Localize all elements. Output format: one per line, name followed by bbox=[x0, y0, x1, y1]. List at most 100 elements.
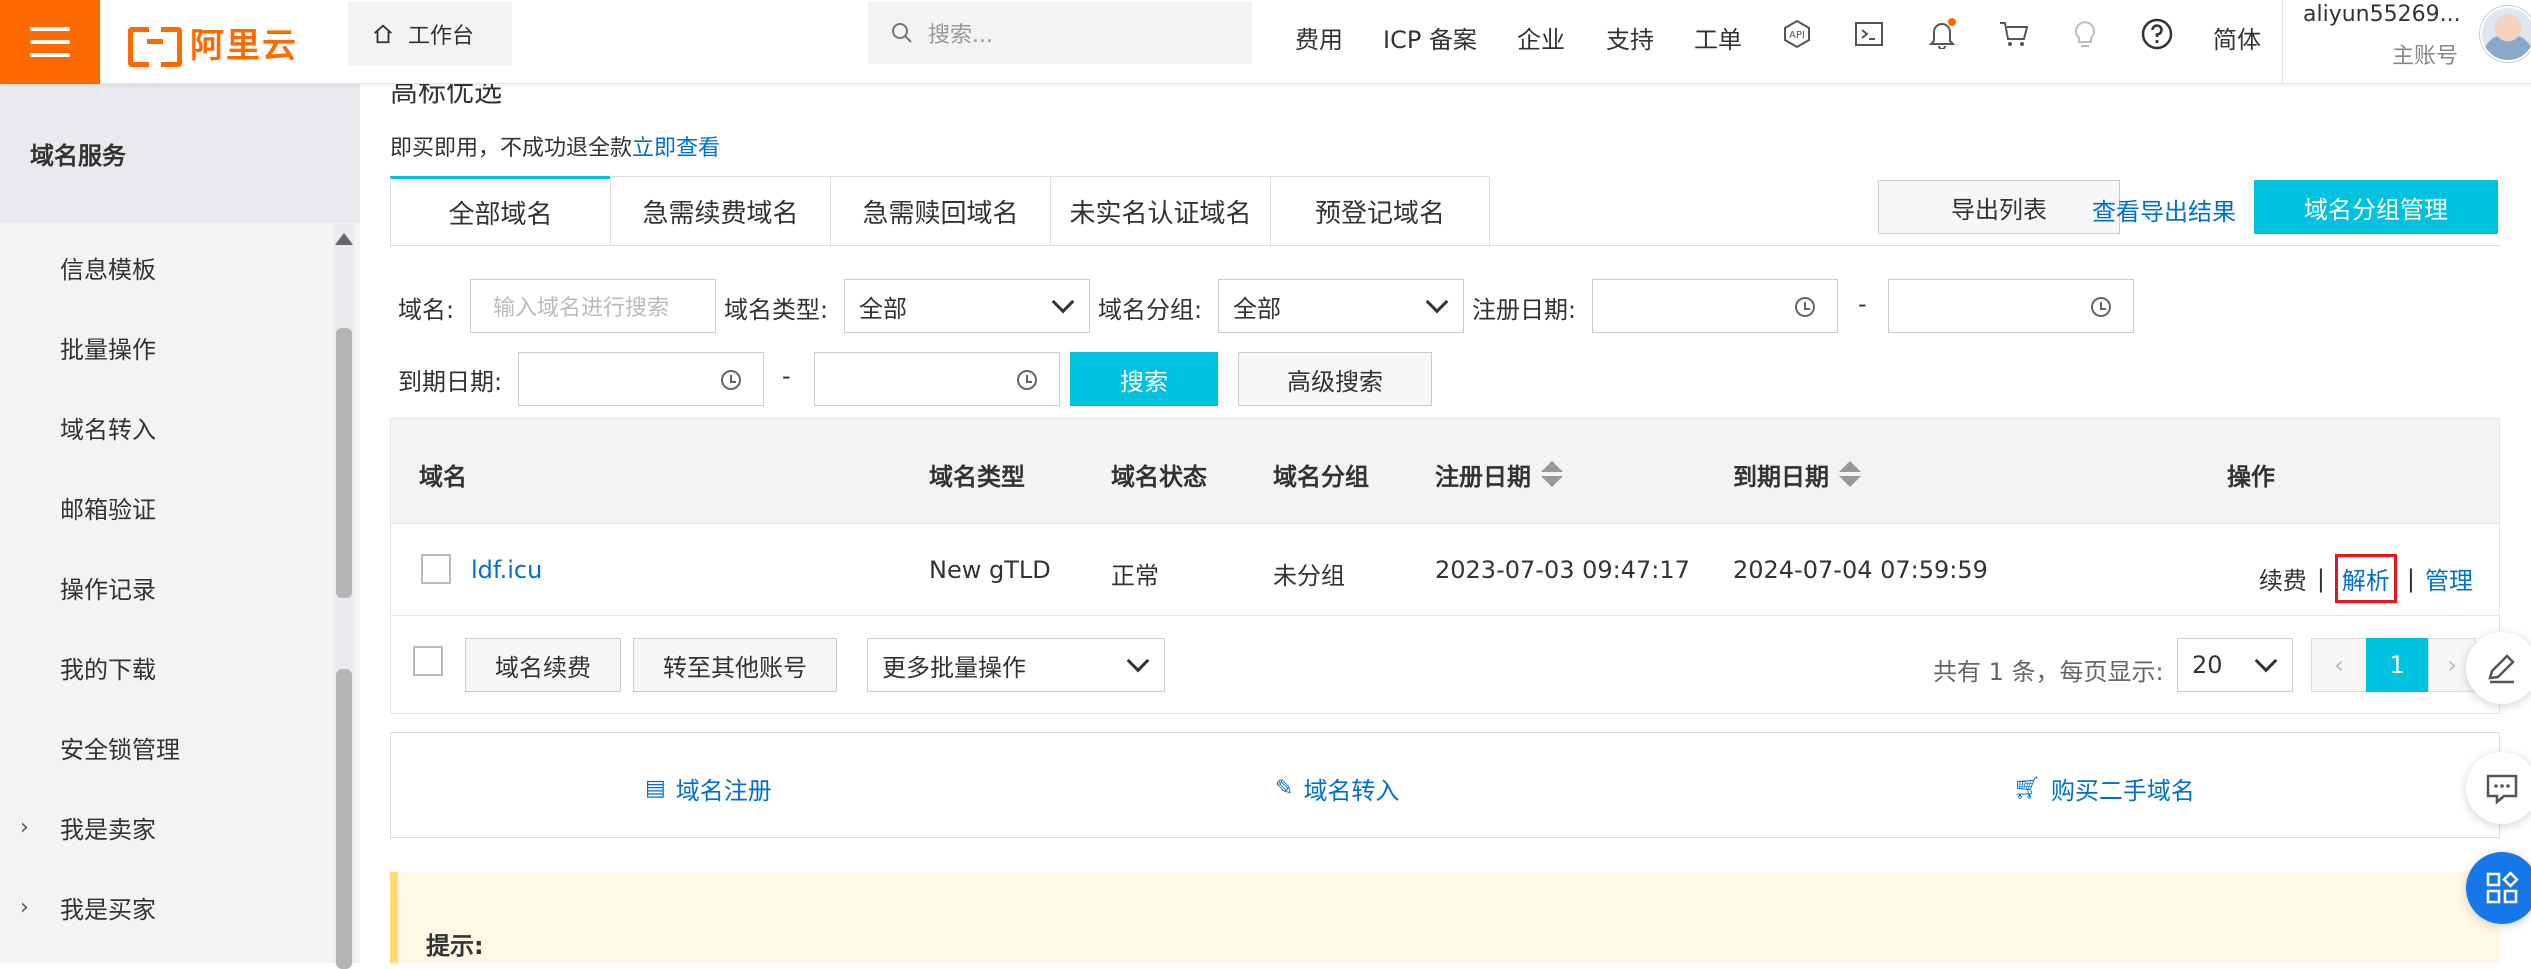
user-name[interactable]: aliyun55269... bbox=[2303, 2, 2461, 27]
exp-date-start[interactable] bbox=[518, 352, 764, 406]
search-button[interactable]: 搜索 bbox=[1070, 352, 1218, 406]
nav-icp[interactable]: ICP 备案 bbox=[1383, 20, 1477, 55]
terminal-icon[interactable] bbox=[1851, 16, 1887, 52]
domain-link[interactable]: ldf.icu bbox=[471, 556, 542, 584]
buy-secondhand-link[interactable]: 🛒︎ 购买二手域名 bbox=[2013, 771, 2195, 806]
cart-icon: 🛒︎ bbox=[2013, 776, 2041, 801]
document-icon: ▤ bbox=[645, 776, 666, 801]
language-switch[interactable]: 简体 bbox=[2213, 20, 2261, 55]
more-batch-ops-value: 更多批量操作 bbox=[882, 653, 1026, 682]
resolve-link[interactable]: 解析 bbox=[2334, 554, 2397, 603]
menu-button[interactable] bbox=[0, 0, 100, 84]
row-checkbox[interactable] bbox=[421, 554, 451, 584]
domain-group: 未分组 bbox=[1273, 562, 1345, 590]
clock-icon bbox=[721, 370, 741, 390]
lightbulb-icon[interactable] bbox=[2067, 16, 2103, 52]
prev-page-button[interactable]: ‹ bbox=[2311, 638, 2367, 692]
promo-tip-link[interactable]: 立即查看 bbox=[632, 136, 720, 161]
manage-link[interactable]: 管理 bbox=[2425, 561, 2473, 596]
chat-float-button[interactable] bbox=[2466, 752, 2531, 824]
reg-date-start[interactable] bbox=[1592, 279, 1838, 333]
col-domain: 域名 bbox=[419, 463, 467, 491]
sidebar-item-buyer[interactable]: › 我是买家 bbox=[20, 890, 156, 925]
ops-separator: | bbox=[2316, 564, 2325, 593]
register-domain-link[interactable]: ▤ 域名注册 bbox=[645, 771, 772, 806]
domain-group-value: 全部 bbox=[1233, 294, 1281, 323]
nav-ticket[interactable]: 工单 bbox=[1694, 20, 1742, 55]
api-icon[interactable]: API bbox=[1779, 16, 1815, 52]
advanced-search-button[interactable]: 高级搜索 bbox=[1238, 352, 1432, 406]
sidebar-item-seller[interactable]: › 我是卖家 bbox=[20, 810, 156, 845]
group-manage-button[interactable]: 域名分组管理 bbox=[2254, 180, 2498, 234]
exp-date-end[interactable] bbox=[814, 352, 1060, 406]
quick-links-panel: ▤ 域名注册 ✎ 域名转入 🛒︎ 购买二手域名 bbox=[390, 732, 2500, 838]
domain-search-input[interactable]: 输入域名进行搜索 bbox=[470, 279, 716, 333]
exp-date: 2024-07-04 07:59:59 bbox=[1733, 556, 1988, 584]
avatar[interactable] bbox=[2480, 6, 2531, 62]
tab-renew-urgent[interactable]: 急需续费域名 bbox=[610, 176, 830, 246]
edit-float-button[interactable] bbox=[2466, 632, 2531, 704]
col-actions: 操作 bbox=[2227, 463, 2275, 491]
sidebar-item-batch[interactable]: 批量操作 bbox=[60, 330, 156, 365]
workbench-button[interactable]: 工作台 bbox=[348, 2, 512, 66]
help-icon[interactable] bbox=[2139, 16, 2175, 52]
scrollbar-thumb-lower[interactable] bbox=[336, 669, 352, 969]
tab-preregistered[interactable]: 预登记域名 bbox=[1270, 176, 1490, 246]
sidebar-item-security-lock[interactable]: 安全锁管理 bbox=[60, 730, 180, 765]
nav-billing[interactable]: 费用 bbox=[1295, 20, 1343, 55]
tab-redeem-urgent[interactable]: 急需赎回域名 bbox=[830, 176, 1050, 246]
domain-label: 域名: bbox=[398, 296, 455, 324]
table-header: 域名 域名类型 域名状态 域名分组 注册日期 到期日期 操作 bbox=[390, 418, 2500, 524]
tab-all-domains[interactable]: 全部域名 bbox=[390, 176, 610, 246]
reg-date-separator: - bbox=[1858, 290, 1867, 318]
user-role: 主账号 bbox=[2392, 44, 2459, 69]
transfer-in-link[interactable]: ✎ 域名转入 bbox=[1275, 771, 1399, 806]
promo-tip: 即买即用，不成功退全款立即查看 bbox=[390, 130, 720, 162]
sidebar-item-transfer-in[interactable]: 域名转入 bbox=[60, 410, 156, 445]
reg-date-end[interactable] bbox=[1888, 279, 2134, 333]
sidebar-item-email-verify[interactable]: 邮箱验证 bbox=[60, 490, 156, 525]
sidebar-item-info-template[interactable]: 信息模板 bbox=[60, 250, 156, 285]
domain-type-select[interactable]: 全部 bbox=[844, 279, 1090, 333]
table-footer: 域名续费 转至其他账号 更多批量操作 共有 1 条，每页显示: 20 ‹ 1 › bbox=[390, 616, 2500, 714]
domain-group-select[interactable]: 全部 bbox=[1218, 279, 1464, 333]
col-exp-date[interactable]: 到期日期 bbox=[1733, 457, 1861, 492]
select-all-checkbox[interactable] bbox=[413, 646, 443, 676]
cart-icon[interactable] bbox=[1996, 16, 2032, 52]
sidebar-item-downloads[interactable]: 我的下载 bbox=[60, 650, 156, 685]
sort-icon[interactable] bbox=[1839, 460, 1861, 489]
svg-text:API: API bbox=[1789, 30, 1805, 41]
apps-float-button[interactable] bbox=[2466, 852, 2531, 924]
tab-unverified[interactable]: 未实名认证域名 bbox=[1050, 176, 1270, 246]
scroll-up-icon[interactable] bbox=[334, 230, 354, 248]
page-1-button[interactable]: 1 bbox=[2366, 638, 2428, 692]
export-list-button[interactable]: 导出列表 bbox=[1878, 180, 2120, 234]
renew-link[interactable]: 续费 bbox=[2259, 561, 2307, 596]
pen-icon bbox=[2488, 654, 2515, 684]
col-status: 域名状态 bbox=[1111, 463, 1207, 491]
view-export-link[interactable]: 查看导出结果 bbox=[2092, 192, 2236, 227]
domain-search-placeholder: 输入域名进行搜索 bbox=[493, 296, 670, 321]
domain-type-label: 域名类型: bbox=[724, 296, 829, 324]
nav-enterprise[interactable]: 企业 bbox=[1517, 20, 1565, 55]
batch-renew-button[interactable]: 域名续费 bbox=[465, 638, 621, 692]
domain-status: 正常 bbox=[1111, 562, 1159, 590]
sort-icon[interactable] bbox=[1541, 460, 1563, 489]
notification-dot bbox=[1948, 18, 1956, 26]
scrollbar-thumb[interactable] bbox=[336, 328, 352, 598]
sidebar-item-op-log[interactable]: 操作记录 bbox=[60, 570, 156, 605]
more-batch-ops-select[interactable]: 更多批量操作 bbox=[867, 638, 1165, 692]
nav-support[interactable]: 支持 bbox=[1606, 20, 1654, 55]
domain-group-label: 域名分组: bbox=[1098, 296, 1203, 324]
search-input[interactable]: 搜索... bbox=[868, 2, 1252, 64]
chevron-down-icon bbox=[1425, 290, 1449, 314]
transfer-account-button[interactable]: 转至其他账号 bbox=[633, 638, 837, 692]
exp-date-label: 到期日期: bbox=[398, 368, 503, 396]
col-reg-date[interactable]: 注册日期 bbox=[1435, 457, 1563, 492]
page-size-value: 20 bbox=[2192, 651, 2223, 679]
sidebar-header[interactable]: 域名服务 bbox=[0, 84, 360, 223]
bell-icon[interactable] bbox=[1924, 16, 1960, 52]
clock-icon bbox=[1795, 297, 1815, 317]
aliyun-logo[interactable]: 阿里云 bbox=[128, 18, 298, 67]
page-size-select[interactable]: 20 bbox=[2177, 638, 2293, 692]
